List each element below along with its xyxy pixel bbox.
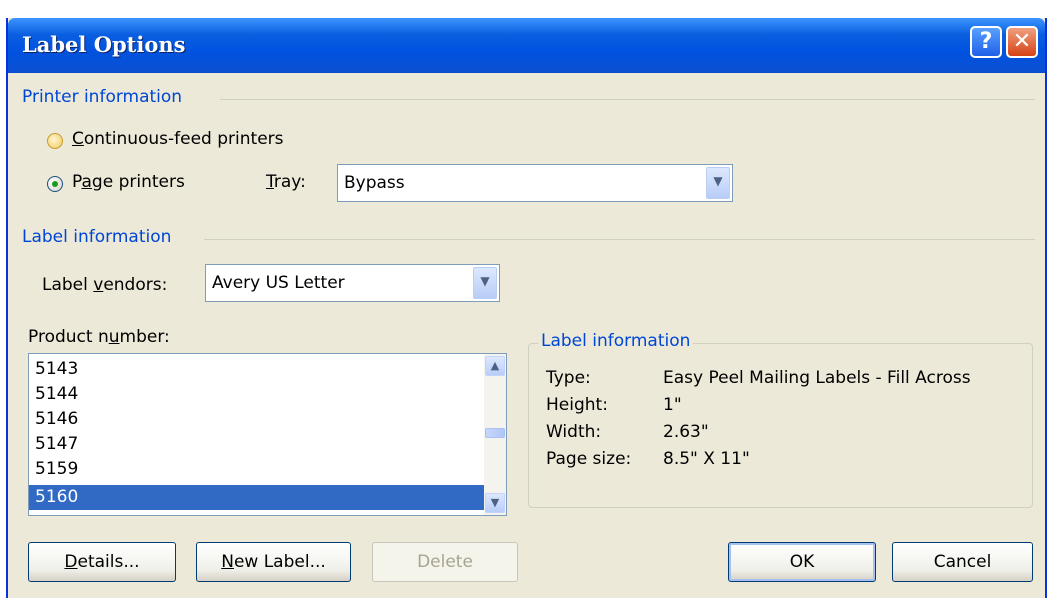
- list-item[interactable]: 5143: [29, 357, 484, 382]
- tray-value: Bypass: [344, 173, 405, 193]
- close-button[interactable]: ✕: [1006, 26, 1038, 58]
- help-button[interactable]: ?: [970, 26, 1002, 58]
- radio-selected-dot: [52, 181, 58, 187]
- page-size-value: 8.5" X 11": [663, 449, 750, 469]
- label-vendors-value: Avery US Letter: [212, 273, 345, 293]
- new-label-button[interactable]: New Label...: [196, 542, 351, 582]
- label-info-divider: [204, 239, 1035, 240]
- continuous-feed-label[interactable]: Continuous-feed printers: [72, 129, 284, 149]
- chevron-down-icon[interactable]: ▼: [706, 167, 730, 199]
- product-list-scrollbar[interactable]: ▲ ▼: [484, 354, 506, 515]
- list-item[interactable]: 5159: [29, 457, 484, 482]
- product-number-label: Product number:: [28, 327, 170, 347]
- label-vendors-select[interactable]: Avery US Letter ▼: [205, 264, 500, 302]
- width-value: 2.63": [663, 422, 709, 442]
- scroll-up-icon[interactable]: ▲: [485, 356, 505, 376]
- list-item[interactable]: 5147: [29, 432, 484, 457]
- close-icon: ✕: [1012, 29, 1032, 54]
- list-item[interactable]: 5146: [29, 407, 484, 432]
- title-bar[interactable]: Label Options ? ✕: [8, 18, 1045, 73]
- type-value: Easy Peel Mailing Labels - Fill Across: [663, 368, 971, 388]
- label-vendors-label: Label vendors:: [42, 275, 168, 295]
- tray-label: Tray:: [266, 172, 306, 192]
- height-value: 1": [663, 395, 682, 415]
- printer-info-heading: Printer information: [22, 87, 183, 107]
- label-info-heading: Label information: [22, 227, 172, 247]
- help-icon: ?: [979, 29, 993, 54]
- list-item-selected[interactable]: 5160: [29, 485, 484, 510]
- page-printers-radio[interactable]: [47, 176, 63, 192]
- page-printers-label[interactable]: Page printers: [72, 172, 185, 192]
- details-button[interactable]: Details...: [28, 542, 176, 582]
- printer-info-divider: [220, 99, 1035, 100]
- cancel-button[interactable]: Cancel: [892, 542, 1033, 582]
- label-details-heading: Label information: [538, 331, 694, 351]
- width-label: Width:: [546, 422, 602, 442]
- tray-select[interactable]: Bypass ▼: [337, 164, 733, 202]
- ok-button[interactable]: OK: [728, 542, 876, 582]
- chevron-down-icon[interactable]: ▼: [473, 267, 497, 299]
- list-item[interactable]: 5144: [29, 382, 484, 407]
- page-size-label: Page size:: [546, 449, 632, 469]
- label-options-dialog: Label Options ? ✕ Printer information Co…: [6, 18, 1047, 598]
- continuous-feed-radio[interactable]: [47, 133, 63, 149]
- height-label: Height:: [546, 395, 608, 415]
- type-label: Type:: [546, 368, 591, 388]
- scroll-down-icon[interactable]: ▼: [485, 493, 505, 513]
- window-title: Label Options: [22, 32, 186, 57]
- scroll-thumb[interactable]: [485, 428, 505, 438]
- product-number-list[interactable]: 5143 5144 5146 5147 5159 5160 ▲ ▼: [28, 353, 507, 516]
- delete-button[interactable]: Delete: [372, 542, 518, 582]
